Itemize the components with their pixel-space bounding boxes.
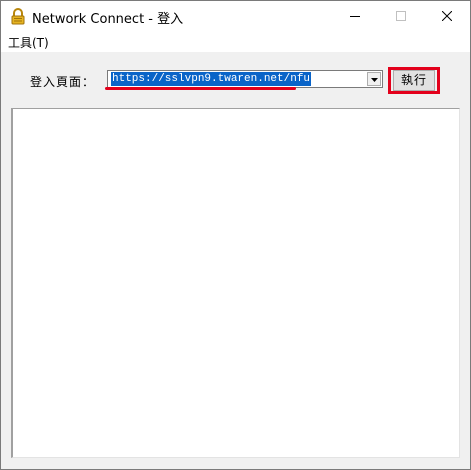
maximize-icon <box>396 11 406 21</box>
maximize-button[interactable] <box>378 1 424 32</box>
menu-tools[interactable]: 工具(T) <box>8 34 49 51</box>
login-page-label: 登入頁面： <box>30 75 96 89</box>
window-title: Network Connect - 登入 <box>32 12 184 27</box>
chevron-down-icon <box>371 78 378 82</box>
minimize-button[interactable] <box>332 1 378 32</box>
minimize-icon <box>350 16 360 17</box>
close-icon <box>442 11 452 21</box>
execute-button[interactable]: 執行 <box>393 70 435 91</box>
app-window: Network Connect - 登入 工具(T) 登入頁面： https:/… <box>0 0 471 470</box>
dropdown-button[interactable] <box>367 72 381 86</box>
lock-icon <box>10 8 26 25</box>
menu-bar: 工具(T) <box>1 32 470 52</box>
close-button[interactable] <box>424 1 470 32</box>
annotation-underline <box>105 87 296 90</box>
login-url-combobox[interactable]: https://sslvpn9.twaren.net/nfu <box>107 70 383 88</box>
title-bar[interactable]: Network Connect - 登入 <box>1 1 470 32</box>
login-url-value[interactable]: https://sslvpn9.twaren.net/nfu <box>111 72 312 86</box>
content-panel <box>11 108 460 458</box>
